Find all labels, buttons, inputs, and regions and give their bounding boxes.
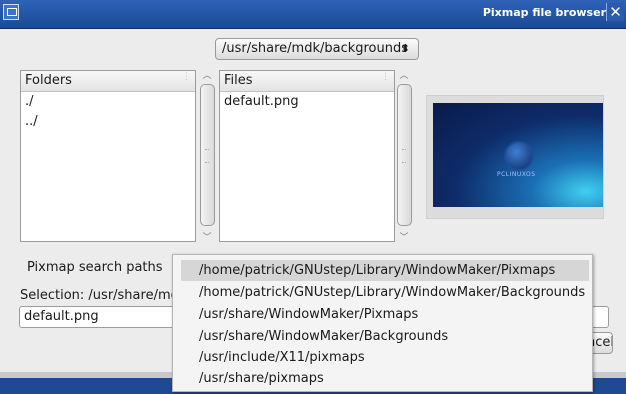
- search-path-option[interactable]: /usr/share/pixmaps: [181, 368, 589, 389]
- folders-list[interactable]: Folders ⋮ ./ ../: [20, 70, 196, 242]
- title-bar[interactable]: Pixmap file browser ✕: [0, 0, 626, 29]
- scroll-down-icon[interactable]: ﹀: [199, 230, 215, 244]
- files-header-label: Files: [224, 73, 253, 88]
- files-list-header[interactable]: Files ⋮: [220, 71, 394, 92]
- scroll-up-icon[interactable]: ︿: [396, 68, 412, 82]
- files-scroll-thumb[interactable]: [397, 84, 412, 226]
- window-menu-icon[interactable]: [3, 4, 19, 20]
- column-resize-grip-icon[interactable]: ⋮: [381, 73, 390, 82]
- pixmap-file-browser-window: Pixmap file browser ✕ /usr/share/mdk/bac…: [0, 0, 626, 394]
- search-path-option[interactable]: /usr/include/X11/pixmaps: [181, 347, 589, 368]
- close-icon[interactable]: ✕: [606, 3, 624, 21]
- search-path-option[interactable]: /home/patrick/GNUstep/Library/WindowMake…: [181, 260, 589, 281]
- folder-item[interactable]: ../: [21, 112, 195, 132]
- search-path-option[interactable]: /usr/share/WindowMaker/Backgrounds: [181, 326, 589, 347]
- directory-select[interactable]: /usr/share/mdk/backgrounds ⬍: [215, 38, 419, 60]
- folders-header-label: Folders: [25, 73, 72, 88]
- folders-scrollbar[interactable]: ︿ ﹀: [199, 68, 215, 244]
- preview-image: PCLINUXOS: [433, 103, 603, 207]
- files-scrollbar[interactable]: ︿ ﹀: [396, 68, 412, 244]
- search-path-option[interactable]: /usr/share/WindowMaker/Pixmaps: [181, 304, 589, 325]
- folders-scroll-thumb[interactable]: [200, 84, 215, 226]
- search-path-option[interactable]: /home/patrick/GNUstep/Library/WindowMake…: [181, 282, 589, 303]
- file-item[interactable]: default.png: [220, 92, 394, 112]
- search-paths-dropdown[interactable]: /home/patrick/GNUstep/Library/WindowMake…: [172, 254, 593, 392]
- files-list[interactable]: Files ⋮ default.png: [219, 70, 395, 242]
- distro-logo-icon: [504, 141, 534, 171]
- folders-list-header[interactable]: Folders ⋮: [21, 71, 195, 92]
- column-resize-grip-icon[interactable]: ⋮: [182, 73, 191, 82]
- scroll-up-icon[interactable]: ︿: [199, 68, 215, 82]
- window-title: Pixmap file browser: [482, 6, 606, 19]
- folder-item[interactable]: ./: [21, 92, 195, 112]
- select-arrows-icon: ⬍: [400, 42, 410, 55]
- preview-brand-text: PCLINUXOS: [497, 171, 536, 178]
- selection-label: Selection: /usr/share/mdk: [20, 288, 176, 303]
- pixmap-preview: PCLINUXOS: [426, 95, 604, 219]
- search-paths-label: Pixmap search paths: [27, 260, 163, 275]
- directory-select-value: /usr/share/mdk/backgrounds: [222, 41, 409, 56]
- scroll-down-icon[interactable]: ﹀: [396, 230, 412, 244]
